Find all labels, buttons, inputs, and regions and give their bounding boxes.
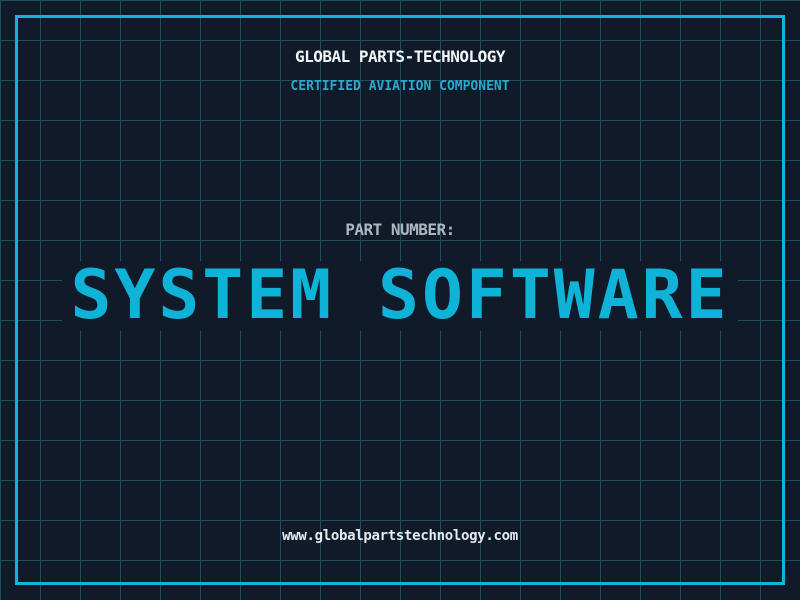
part-number-label: PART NUMBER: — [0, 220, 800, 239]
company-title: GLOBAL PARTS-TECHNOLOGY — [0, 47, 800, 66]
part-number-value: SYSTEM SOFTWARE — [62, 261, 737, 331]
certification-subtitle: CERTIFIED AVIATION COMPONENT — [0, 79, 800, 94]
website-url: www.globalpartstechnology.com — [0, 528, 800, 544]
part-number-row: SYSTEM SOFTWARE — [0, 261, 800, 331]
label-screen: GLOBAL PARTS-TECHNOLOGY CERTIFIED AVIATI… — [0, 0, 800, 600]
